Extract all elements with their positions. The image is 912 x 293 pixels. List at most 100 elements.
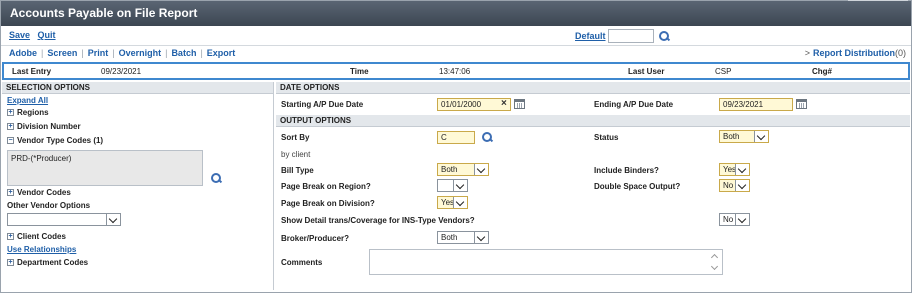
divider — [1, 45, 911, 46]
default-label[interactable]: Default — [575, 31, 606, 41]
client-codes-item[interactable]: + Client Codes — [7, 232, 66, 241]
action-row: Save Quit — [9, 30, 61, 40]
select-value: No — [723, 215, 734, 224]
vendor-type-codes-item[interactable]: − Vendor Type Codes (1) — [7, 136, 103, 145]
show-detail-select[interactable]: No — [719, 213, 750, 226]
save-link[interactable]: Save — [9, 30, 30, 40]
double-space-select[interactable]: No — [719, 179, 750, 192]
sort-by-description: by client — [281, 150, 311, 159]
last-user-label: Last User — [628, 67, 665, 76]
bill-type-label: Bill Type — [281, 166, 314, 175]
expand-all-link[interactable]: Expand All — [7, 96, 48, 105]
comments-label: Comments — [281, 258, 323, 267]
select-value: Both — [441, 233, 458, 242]
broker-producer-select[interactable]: Both — [437, 231, 489, 244]
clear-icon[interactable]: × — [501, 98, 507, 109]
scroll-up-icon[interactable] — [711, 253, 719, 258]
page-break-division-label: Page Break on Division? — [281, 199, 375, 208]
select-value: Both — [723, 132, 740, 141]
batch-button[interactable]: Batch — [171, 48, 196, 58]
division-number-label: Division Number — [17, 122, 81, 131]
search-icon[interactable] — [481, 131, 493, 143]
quit-link[interactable]: Quit — [38, 30, 56, 40]
page-break-division-select[interactable]: Yes — [437, 196, 468, 209]
vendor-codes-item[interactable]: + Vendor Codes — [7, 188, 71, 197]
other-vendor-options-label: Other Vendor Options — [7, 201, 91, 210]
expand-plus-icon[interactable]: + — [7, 109, 14, 116]
default-group: Default — [575, 28, 670, 44]
chevron-down-icon — [474, 232, 488, 243]
last-entry-date: 09/23/2021 — [101, 67, 142, 76]
status-label: Status — [594, 133, 619, 142]
select-value: Both — [441, 165, 458, 174]
select-value: No — [723, 181, 734, 190]
overnight-button[interactable]: Overnight — [119, 48, 162, 58]
start-date-label: Starting A/P Due Date — [281, 100, 364, 109]
sort-by-label: Sort By — [281, 133, 310, 142]
include-binders-label: Include Binders? — [594, 166, 659, 175]
use-relationships-link[interactable]: Use Relationships — [7, 245, 76, 254]
chg-label: Chg# — [812, 67, 832, 76]
broker-producer-label: Broker/Producer? — [281, 234, 350, 243]
export-button[interactable]: Export — [207, 48, 236, 58]
chevron-down-icon — [754, 131, 768, 142]
scroll-down-icon[interactable] — [711, 265, 719, 270]
division-number-item[interactable]: + Division Number — [7, 122, 81, 131]
time-value: 13:47:06 — [439, 67, 471, 76]
last-user-value: CSP — [715, 67, 732, 76]
chevron-down-icon — [735, 214, 749, 225]
show-detail-label: Show Detail trans/Coverage for INS-Type … — [281, 216, 475, 225]
collapse-minus-icon[interactable]: − — [7, 137, 14, 144]
vendor-codes-label: Vendor Codes — [17, 188, 71, 197]
regions-item[interactable]: + Regions — [7, 108, 49, 117]
department-codes-item[interactable]: + Department Codes — [7, 258, 88, 267]
date-options-header: DATE OPTIONS — [276, 82, 910, 94]
separator: | — [41, 48, 44, 58]
window-title: Accounts Payable on File Report — [1, 1, 911, 26]
expand-plus-icon[interactable]: + — [7, 259, 14, 266]
expand-plus-icon[interactable]: + — [7, 189, 14, 196]
separator: | — [81, 48, 84, 58]
window-resize-mark — [848, 0, 908, 3]
end-date-input[interactable]: 09/23/2021 — [719, 98, 793, 111]
report-distribution-count: (0) — [895, 48, 906, 58]
time-label: Time — [350, 67, 369, 76]
chevron-down-icon — [106, 214, 120, 225]
adobe-button[interactable]: Adobe — [9, 48, 37, 58]
vendor-type-codes-label: Vendor Type Codes (1) — [17, 136, 104, 145]
page-break-region-label: Page Break on Region? — [281, 182, 371, 191]
start-date-input[interactable]: 01/01/2000 — [437, 98, 511, 111]
print-button[interactable]: Print — [88, 48, 109, 58]
default-input[interactable] — [607, 29, 654, 43]
chevron-down-icon — [735, 180, 749, 191]
status-select[interactable]: Both — [719, 130, 769, 143]
chevron-right-icon: > — [804, 48, 810, 58]
output-toolbar: Adobe | Screen | Print | Overnight | Batch | Expor… — [9, 48, 235, 58]
vendor-type-listbox[interactable]: PRD-(*Producer) — [7, 150, 203, 186]
sort-by-input[interactable]: C — [437, 131, 475, 144]
separator: | — [200, 48, 203, 58]
search-icon[interactable] — [210, 172, 222, 184]
last-entry-bar: Last Entry 09/23/2021 Time 13:47:06 Last… — [2, 62, 910, 80]
page-break-region-select[interactable] — [437, 179, 468, 192]
last-entry-label: Last Entry — [12, 67, 52, 76]
chevron-down-icon — [735, 164, 749, 175]
end-date-label: Ending A/P Due Date — [594, 100, 674, 109]
chevron-down-icon — [453, 180, 467, 191]
report-distribution-link[interactable]: > Report Distribution(0) — [805, 48, 906, 58]
comments-textarea[interactable] — [369, 249, 723, 275]
expand-plus-icon[interactable]: + — [7, 233, 14, 240]
list-item[interactable]: PRD-(*Producer) — [11, 154, 199, 163]
other-vendor-options-select[interactable] — [7, 213, 121, 226]
search-icon[interactable] — [658, 30, 670, 42]
department-codes-label: Department Codes — [17, 258, 89, 267]
separator: | — [112, 48, 115, 58]
screen-button[interactable]: Screen — [47, 48, 77, 58]
expand-plus-icon[interactable]: + — [7, 123, 14, 130]
include-binders-select[interactable]: Yes — [719, 163, 750, 176]
chevron-down-icon — [474, 164, 488, 175]
separator: | — [165, 48, 168, 58]
calendar-icon[interactable] — [514, 99, 525, 109]
bill-type-select[interactable]: Both — [437, 163, 489, 176]
calendar-icon[interactable] — [796, 99, 807, 109]
